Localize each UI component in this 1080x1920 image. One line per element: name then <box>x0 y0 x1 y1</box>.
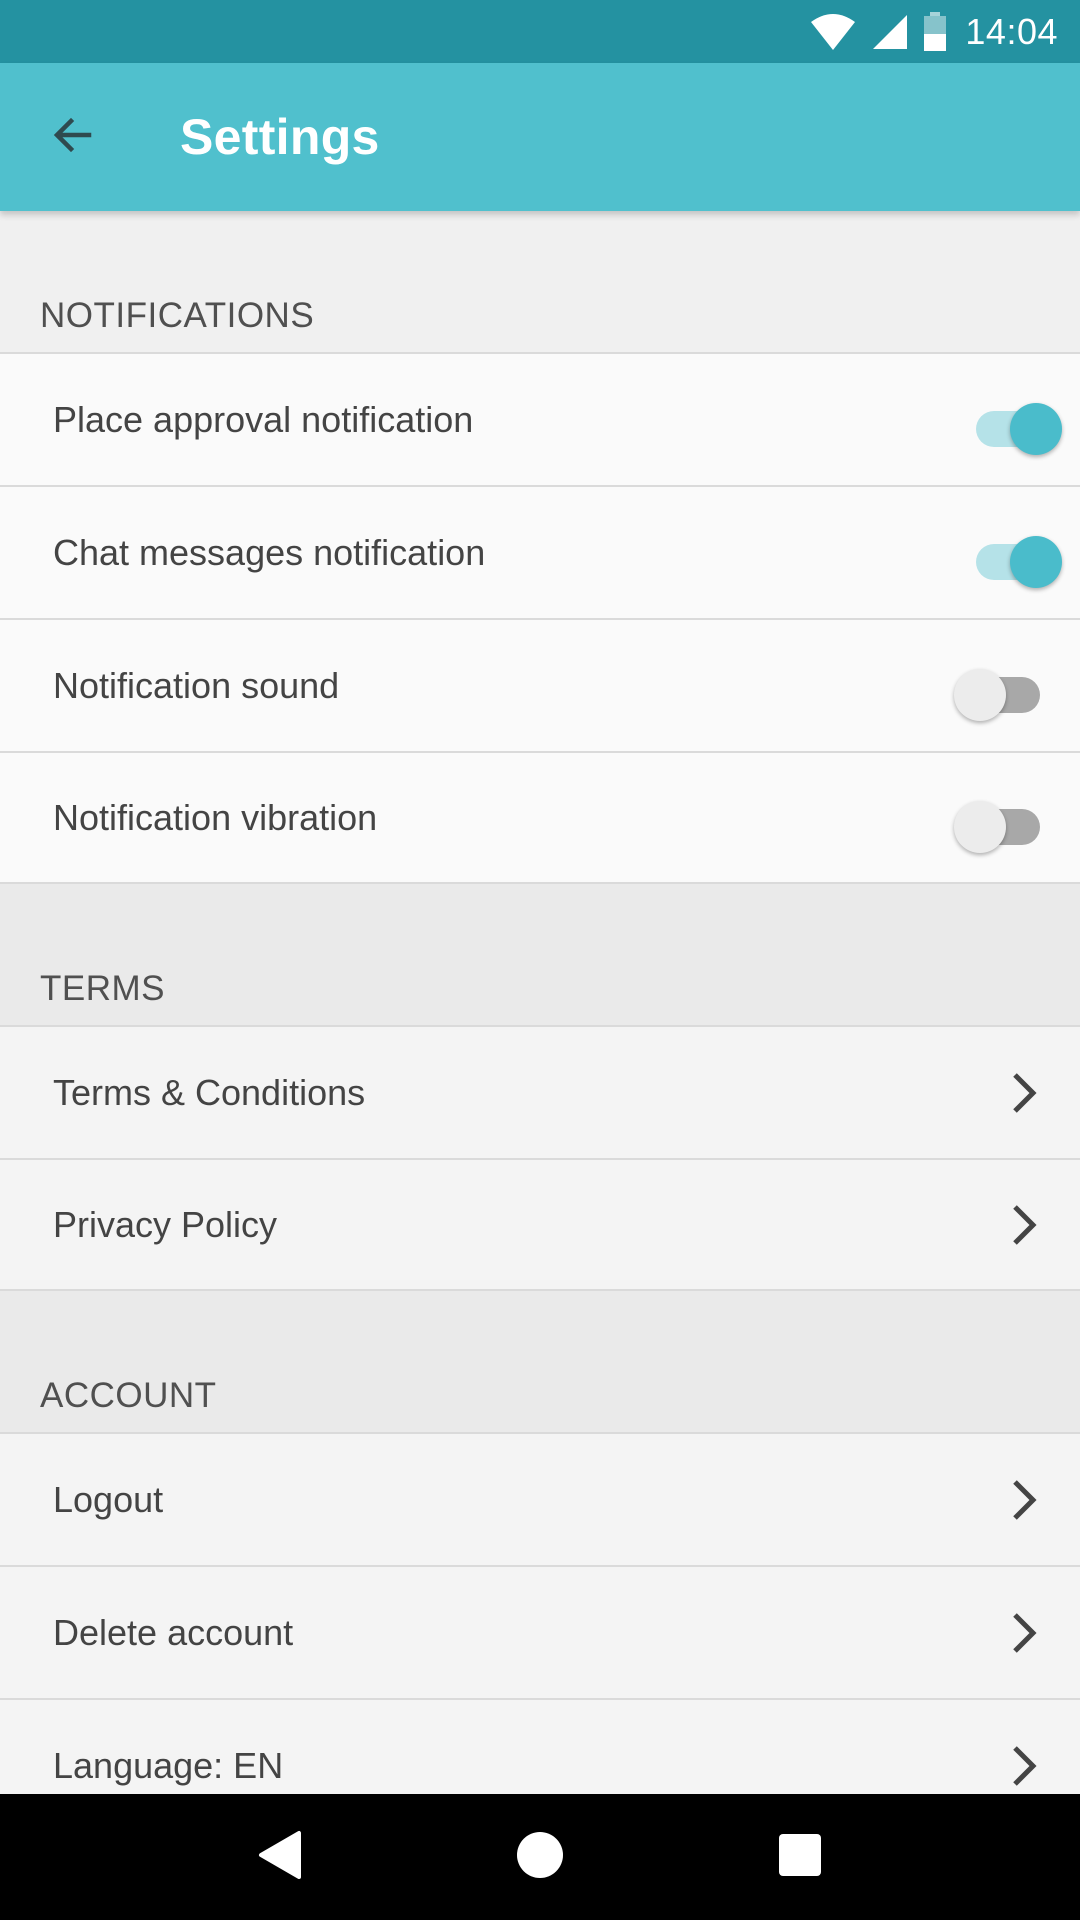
home-circle-icon <box>516 1831 564 1884</box>
arrow-back-icon <box>49 111 97 164</box>
section-header-terms: TERMS <box>0 884 1080 1025</box>
chevron-right-icon <box>1004 1475 1044 1525</box>
chevron-right-icon <box>1004 1608 1044 1658</box>
terms-and-conditions-item[interactable]: Terms & Conditions <box>0 1025 1080 1158</box>
recents-square-icon <box>778 1833 822 1882</box>
privacy-policy-item[interactable]: Privacy Policy <box>0 1158 1080 1291</box>
chevron-right-icon <box>1004 1200 1044 1250</box>
chevron-right-icon <box>1004 1068 1044 1118</box>
delete-account-item[interactable]: Delete account <box>0 1565 1080 1698</box>
item-label: Delete account <box>53 1611 294 1653</box>
setting-notification-sound[interactable]: Notification sound <box>0 618 1080 751</box>
item-label: Language: EN <box>53 1744 284 1786</box>
item-label: Privacy Policy <box>53 1203 278 1245</box>
status-bar: 14:04 <box>0 0 1080 63</box>
item-label: Terms & Conditions <box>53 1071 366 1113</box>
section-header-account: ACCOUNT <box>0 1291 1080 1432</box>
system-back-button[interactable] <box>235 1812 325 1902</box>
switch-thumb <box>954 800 1006 853</box>
item-label: Logout <box>53 1478 164 1520</box>
setting-chat-messages-notification[interactable]: Chat messages notification <box>0 485 1080 618</box>
section-header-notifications: NOTIFICATIONS <box>0 211 1080 352</box>
place-approval-toggle[interactable] <box>954 390 1062 455</box>
switch-thumb <box>1010 535 1062 588</box>
language-item[interactable]: Language: EN <box>0 1698 1080 1794</box>
status-time: 14:04 <box>965 10 1058 52</box>
app-bar: Settings <box>0 63 1080 211</box>
wifi-icon <box>809 12 857 52</box>
setting-place-approval-notification[interactable]: Place approval notification <box>0 352 1080 485</box>
setting-label: Place approval notification <box>53 398 474 440</box>
setting-label: Chat messages notification <box>53 531 486 573</box>
switch-thumb <box>1010 402 1062 455</box>
chevron-right-icon <box>1004 1741 1044 1791</box>
notification-vibration-toggle[interactable] <box>954 788 1044 853</box>
page-title: Settings <box>180 109 380 165</box>
battery-icon <box>923 11 947 52</box>
setting-label: Notification vibration <box>53 796 378 838</box>
setting-notification-vibration[interactable]: Notification vibration <box>0 751 1080 884</box>
logout-item[interactable]: Logout <box>0 1432 1080 1565</box>
back-triangle-icon <box>257 1829 303 1886</box>
system-home-button[interactable] <box>495 1812 585 1902</box>
system-recents-button[interactable] <box>755 1812 845 1902</box>
settings-list[interactable]: NOTIFICATIONS Place approval notificatio… <box>0 211 1080 1794</box>
switch-thumb <box>954 668 1006 721</box>
cell-signal-icon <box>871 13 909 51</box>
chat-messages-toggle[interactable] <box>954 523 1062 588</box>
setting-label: Notification sound <box>53 664 340 706</box>
notification-sound-toggle[interactable] <box>954 656 1044 721</box>
system-nav-bar <box>0 1794 1080 1920</box>
back-button[interactable] <box>38 102 108 172</box>
